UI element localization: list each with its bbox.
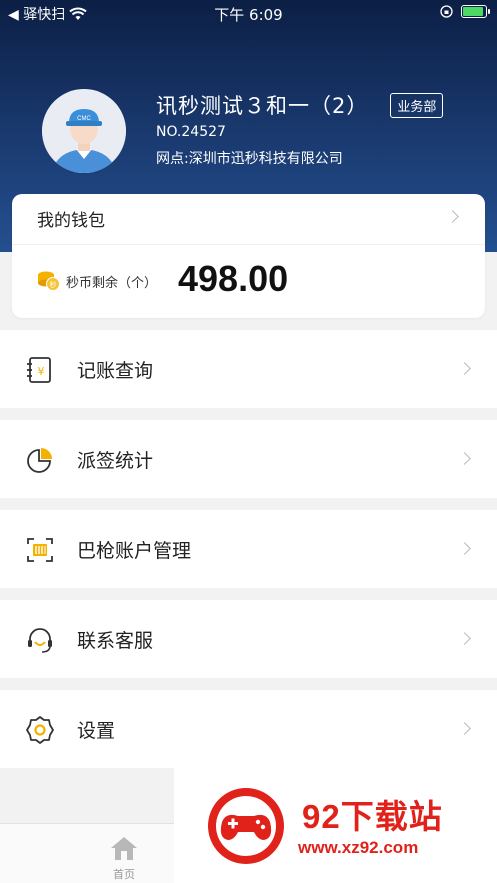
cap-logo-text: CMC [77, 116, 91, 122]
chevron-right-icon [458, 632, 471, 645]
wallet-card[interactable]: 我的钱包 秒 秒币剩余（个） 498.00 [12, 194, 485, 318]
menu-label: 记账查询 [77, 360, 154, 382]
status-bar: ◀ 驿快扫 下午 6:09 [0, 0, 497, 26]
chevron-right-icon [458, 542, 471, 555]
chevron-right-icon [458, 452, 471, 465]
user-site: 网点:深圳市迅秒科技有限公司 [156, 151, 343, 167]
headset-icon [28, 628, 52, 653]
chevron-right-icon [458, 362, 471, 375]
coin-icon: 秒 [38, 271, 60, 291]
wallet-title: 我的钱包 [37, 211, 105, 231]
user-name: 讯秒测试３和一（2） [156, 94, 369, 118]
menu-label: 巴枪账户管理 [77, 540, 192, 562]
status-right [440, 5, 490, 18]
watermark-logo-icon [208, 788, 284, 864]
watermark: 92下载站 www.xz92.com [174, 768, 497, 883]
ledger-icon: ¥ [27, 357, 51, 383]
battery-icon [461, 5, 490, 18]
tab-home-label: 首页 [113, 868, 135, 881]
menu-item-customer-service[interactable]: 联系客服 [0, 600, 497, 678]
gear-icon [26, 716, 54, 744]
chevron-right-icon [446, 210, 459, 223]
menu-label: 派签统计 [77, 450, 154, 472]
orientation-lock-icon [440, 5, 453, 18]
avatar[interactable]: CMC [42, 89, 126, 173]
home-icon [111, 837, 137, 860]
status-time: 下午 6:09 [214, 6, 283, 24]
menu-label: 联系客服 [77, 630, 154, 652]
svg-text:秒: 秒 [50, 280, 57, 289]
chevron-right-icon [458, 722, 471, 735]
menu-item-delivery-stats[interactable]: 派签统计 [0, 420, 497, 498]
department-badge: 业务部 [390, 92, 444, 118]
menu-item-ledger[interactable]: ¥ 记账查询 [0, 330, 497, 408]
divider [12, 244, 485, 245]
menu-item-scanner-accounts[interactable]: 巴枪账户管理 [0, 510, 497, 588]
watermark-text: 92下载站 [302, 798, 443, 835]
watermark-url: www.xz92.com [298, 838, 419, 857]
menu-item-settings[interactable]: 设置 [0, 690, 497, 768]
balance-amount: 498.00 [178, 258, 289, 299]
svg-text:¥: ¥ [38, 365, 45, 378]
tab-home[interactable]: 首页 [100, 832, 148, 881]
balance-label: 秒币剩余（个） [66, 276, 158, 291]
profile-name-row: 讯秒测试３和一（2） 业务部 [156, 90, 444, 120]
user-number: NO.24527 [156, 124, 226, 140]
menu-label: 设置 [77, 720, 116, 742]
scanner-icon [27, 538, 53, 562]
pie-chart-icon [27, 448, 52, 473]
